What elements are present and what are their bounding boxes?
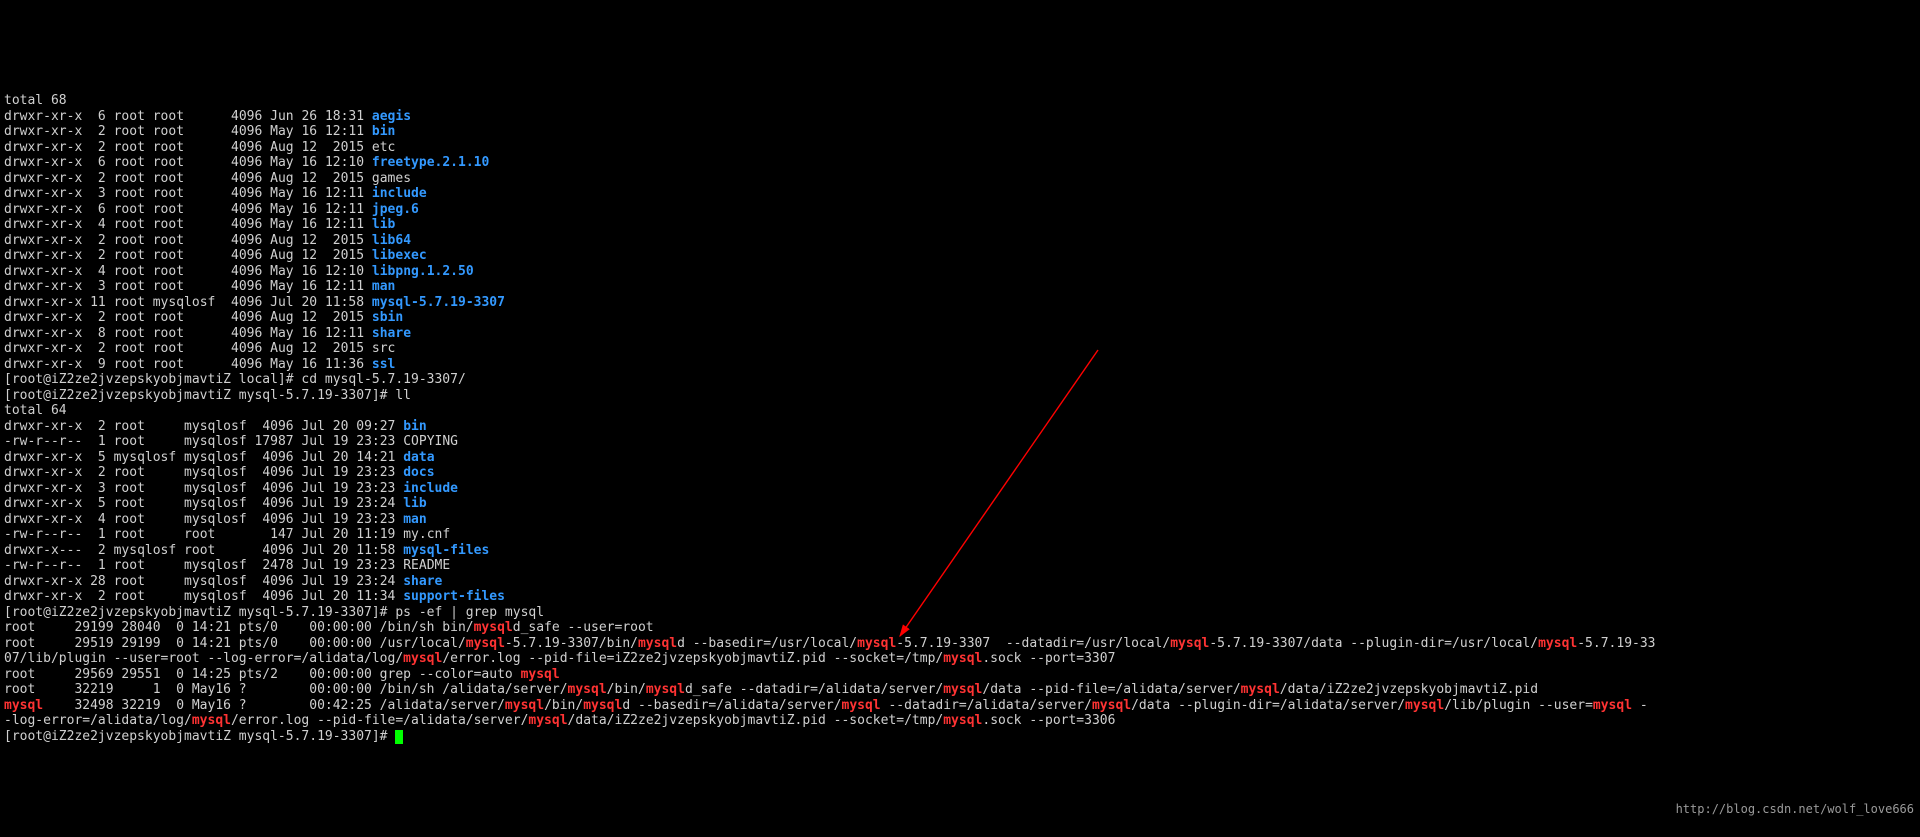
ls-row: drwxr-xr-x 2 root root 4096 Aug 12 2015 …	[4, 310, 403, 325]
ls-row: drwxr-xr-x 2 root root 4096 Aug 12 2015 …	[4, 248, 427, 263]
cmd-ll: ll	[395, 388, 411, 403]
file-name: libexec	[372, 248, 427, 263]
total-line: total 64	[4, 403, 67, 418]
ps-row: root 29569 29551 0 14:25 pts/2 00:00:00 …	[4, 667, 560, 682]
ps-row: root 29519 29199 0 14:21 pts/0 00:00:00 …	[4, 636, 1656, 651]
file-name: docs	[403, 465, 434, 480]
file-name: libpng.1.2.50	[372, 264, 474, 279]
ls-row: drwxr-xr-x 2 root root 4096 May 16 12:11…	[4, 124, 395, 139]
ls-row: drwxr-xr-x 4 root root 4096 May 16 12:10…	[4, 264, 474, 279]
file-name: mysql-5.7.19-3307	[372, 295, 505, 310]
ls-row: drwxr-xr-x 3 root root 4096 May 16 12:11…	[4, 279, 395, 294]
terminal[interactable]: total 68 drwxr-xr-x 6 root root 4096 Jun…	[0, 78, 1920, 776]
cursor-icon	[395, 730, 403, 744]
shell-prompt: [root@iZ2ze2jvzepskyobjmavtiZ mysql-5.7.…	[4, 605, 395, 620]
file-name: etc	[372, 140, 395, 155]
ls-row: drwxr-xr-x 2 root root 4096 Aug 12 2015 …	[4, 341, 395, 356]
shell-prompt: [root@iZ2ze2jvzepskyobjmavtiZ mysql-5.7.…	[4, 388, 395, 403]
ls-row: drwxr-xr-x 3 root root 4096 May 16 12:11…	[4, 186, 427, 201]
total-line: total 68	[4, 93, 67, 108]
shell-prompt: [root@iZ2ze2jvzepskyobjmavtiZ mysql-5.7.…	[4, 729, 395, 744]
file-name: lib64	[372, 233, 411, 248]
file-name: mysql-files	[403, 543, 489, 558]
file-name: ssl	[372, 357, 395, 372]
file-name: aegis	[372, 109, 411, 124]
ps-row: root 29199 28040 0 14:21 pts/0 00:00:00 …	[4, 620, 654, 635]
ls-row: drwxr-xr-x 4 root root 4096 May 16 12:11…	[4, 217, 395, 232]
ls-row: -rw-r--r-- 1 root mysqlosf 2478 Jul 19 2…	[4, 558, 450, 573]
file-name: data	[403, 450, 434, 465]
ls-row: drwxr-xr-x 8 root root 4096 May 16 12:11…	[4, 326, 411, 341]
ls-row: drwxr-xr-x 2 root mysqlosf 4096 Jul 20 0…	[4, 419, 427, 434]
ls-row: drwxr-x--- 2 mysqlosf root 4096 Jul 20 1…	[4, 543, 489, 558]
ls-row: drwxr-xr-x 11 root mysqlosf 4096 Jul 20 …	[4, 295, 505, 310]
file-name: support-files	[403, 589, 505, 604]
file-name: include	[372, 186, 427, 201]
ps-row: -log-error=/alidata/log/mysql/error.log …	[4, 713, 1115, 728]
cmd-ps: ps -ef | grep mysql	[395, 605, 544, 620]
cmd-cd: cd mysql-5.7.19-3307/	[301, 372, 465, 387]
watermark: http://blog.csdn.net/wolf_love666	[1676, 802, 1914, 818]
file-name: man	[372, 279, 395, 294]
ls-row: drwxr-xr-x 2 root root 4096 Aug 12 2015 …	[4, 233, 411, 248]
ps-row: 07/lib/plugin --user=root --log-error=/a…	[4, 651, 1115, 666]
file-name: src	[372, 341, 395, 356]
file-name: bin	[372, 124, 395, 139]
file-name: COPYING	[403, 434, 458, 449]
file-name: lib	[372, 217, 395, 232]
ls-row: drwxr-xr-x 2 root mysqlosf 4096 Jul 19 2…	[4, 465, 435, 480]
file-name: sbin	[372, 310, 403, 325]
file-name: games	[372, 171, 411, 186]
file-name: lib	[403, 496, 426, 511]
ls-row: drwxr-xr-x 2 root root 4096 Aug 12 2015 …	[4, 171, 411, 186]
file-name: bin	[403, 419, 426, 434]
file-name: share	[372, 326, 411, 341]
ps-row: root 32219 1 0 May16 ? 00:00:00 /bin/sh …	[4, 682, 1538, 697]
ls-row: drwxr-xr-x 3 root mysqlosf 4096 Jul 19 2…	[4, 481, 458, 496]
ls-row: drwxr-xr-x 2 root mysqlosf 4096 Jul 20 1…	[4, 589, 505, 604]
ls-row: drwxr-xr-x 9 root root 4096 May 16 11:36…	[4, 357, 395, 372]
ls-row: -rw-r--r-- 1 root mysqlosf 17987 Jul 19 …	[4, 434, 458, 449]
file-name: my.cnf	[403, 527, 450, 542]
ls-row: drwxr-xr-x 28 root mysqlosf 4096 Jul 19 …	[4, 574, 442, 589]
ls-row: drwxr-xr-x 6 root root 4096 May 16 12:10…	[4, 155, 489, 170]
file-name: README	[403, 558, 450, 573]
ls-row: drwxr-xr-x 5 root mysqlosf 4096 Jul 19 2…	[4, 496, 427, 511]
file-name: man	[403, 512, 426, 527]
ls-row: -rw-r--r-- 1 root root 147 Jul 20 11:19 …	[4, 527, 450, 542]
ls-row: drwxr-xr-x 6 root root 4096 May 16 12:11…	[4, 202, 419, 217]
ls-row: drwxr-xr-x 6 root root 4096 Jun 26 18:31…	[4, 109, 411, 124]
ps-row: mysql 32498 32219 0 May16 ? 00:42:25 /al…	[4, 698, 1648, 713]
file-name: freetype.2.1.10	[372, 155, 489, 170]
ls-row: drwxr-xr-x 2 root root 4096 Aug 12 2015 …	[4, 140, 395, 155]
shell-prompt: [root@iZ2ze2jvzepskyobjmavtiZ local]#	[4, 372, 301, 387]
file-name: include	[403, 481, 458, 496]
ls-row: drwxr-xr-x 4 root mysqlosf 4096 Jul 19 2…	[4, 512, 427, 527]
ls-row: drwxr-xr-x 5 mysqlosf mysqlosf 4096 Jul …	[4, 450, 435, 465]
file-name: share	[403, 574, 442, 589]
file-name: jpeg.6	[372, 202, 419, 217]
